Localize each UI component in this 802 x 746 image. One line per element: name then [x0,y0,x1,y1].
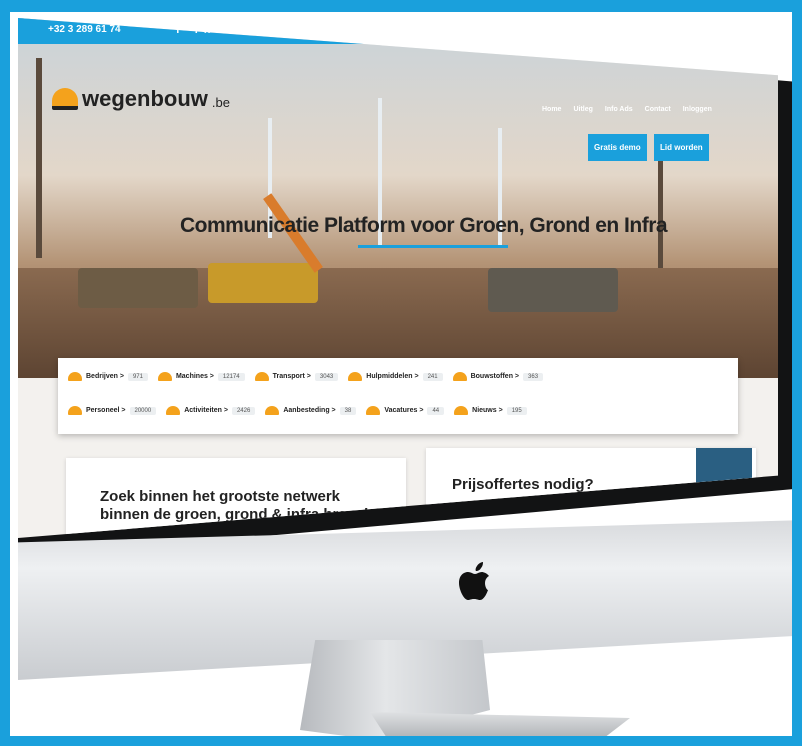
category-vacatures[interactable]: Vacatures >44 [366,406,445,415]
category-label: Transport > [272,373,311,380]
category-label: Machines > [175,373,214,380]
category-label: Nieuws > [472,407,503,414]
nav-home[interactable]: Home [542,106,561,113]
activity-icon [166,406,181,415]
apple-logo-icon [459,562,489,600]
demo-button[interactable]: Gratis demo [588,134,647,161]
category-bouwstoffen[interactable]: Bouwstoffen >363 [452,372,544,381]
truck-icon [488,268,618,312]
dump-truck-icon [78,268,198,308]
logo-brand: wegenbouw [82,86,208,111]
nav-contact[interactable]: Contact [645,106,671,113]
category-nieuws[interactable]: Nieuws >195 [454,406,527,415]
helmet-icon [68,372,82,381]
card-title: Prijsoffertes nodig? [452,476,594,493]
category-label: Aanbesteding > [283,407,336,414]
category-transport[interactable]: Transport >3043 [254,372,339,381]
member-button[interactable]: Lid worden [654,134,709,161]
category-label: Vacatures > [384,407,424,414]
crane-icon [36,58,42,258]
category-row-2: Personeel >20000 Activiteiten >2426 Aanb… [68,406,527,415]
category-count: 20000 [129,406,157,415]
category-bedrijven[interactable]: Bedrijven >971 [68,372,148,381]
news-icon [454,406,469,415]
site-logo[interactable]: wegenbouw .be [52,86,230,112]
hero-headline: Communicatie Platform voor Groen, Grond … [180,214,668,237]
category-hulpmiddelen[interactable]: Hulpmiddelen >241 [348,372,443,381]
category-count: 38 [339,406,357,415]
phone-number[interactable]: +32 3 289 61 74 [48,24,121,35]
nav-info-ads[interactable]: Info Ads [605,106,633,113]
category-count: 363 [523,372,544,381]
helmet-icon [52,88,78,110]
category-personeel[interactable]: Personeel >20000 [68,406,157,415]
promo-image [696,448,752,508]
category-count: 241 [422,372,443,381]
category-label: Bouwstoffen > [470,373,520,380]
worker-icon [68,406,82,415]
category-count: 12174 [217,372,245,381]
category-count: 971 [127,372,148,381]
category-count: 195 [506,406,527,415]
category-aanbesteding[interactable]: Aanbesteding >38 [265,406,357,415]
category-count: 3043 [314,372,339,381]
category-label: Bedrijven > [86,373,124,380]
category-machines[interactable]: Machines >12174 [157,372,245,381]
top-bar: +32 3 289 61 74 f in ✦ ▣ [18,18,778,44]
headline-underline [358,245,508,248]
imac-mockup: +32 3 289 61 74 f in ✦ ▣ wegenbouw .be H… [0,0,802,746]
nav-inloggen[interactable]: Inloggen [683,106,712,113]
website-screen: +32 3 289 61 74 f in ✦ ▣ wegenbouw .be H… [18,18,778,538]
monitor-foot [370,712,630,742]
loader-icon [208,263,318,303]
social-icons[interactable]: f in ✦ ▣ [176,23,266,36]
tender-icon [265,406,280,415]
category-label: Personeel > [86,407,126,414]
category-panel: Bedrijven >971 Machines >12174 Transport… [58,358,738,434]
material-icon [452,372,467,381]
tool-icon [348,372,363,381]
main-nav: Home Uitleg Info Ads Contact Inloggen [542,106,712,113]
hero-background [18,18,778,378]
category-label: Activiteiten > [184,407,228,414]
category-count: 2426 [231,406,256,415]
excavator-icon [157,372,172,381]
truck-icon [254,372,269,381]
vacancy-icon [366,406,381,415]
category-row-1: Bedrijven >971 Machines >12174 Transport… [68,372,544,381]
category-activiteiten[interactable]: Activiteiten >2426 [166,406,256,415]
category-label: Hulpmiddelen > [366,373,419,380]
nav-uitleg[interactable]: Uitleg [573,106,592,113]
logo-tld: .be [211,94,230,110]
category-count: 44 [427,406,445,415]
